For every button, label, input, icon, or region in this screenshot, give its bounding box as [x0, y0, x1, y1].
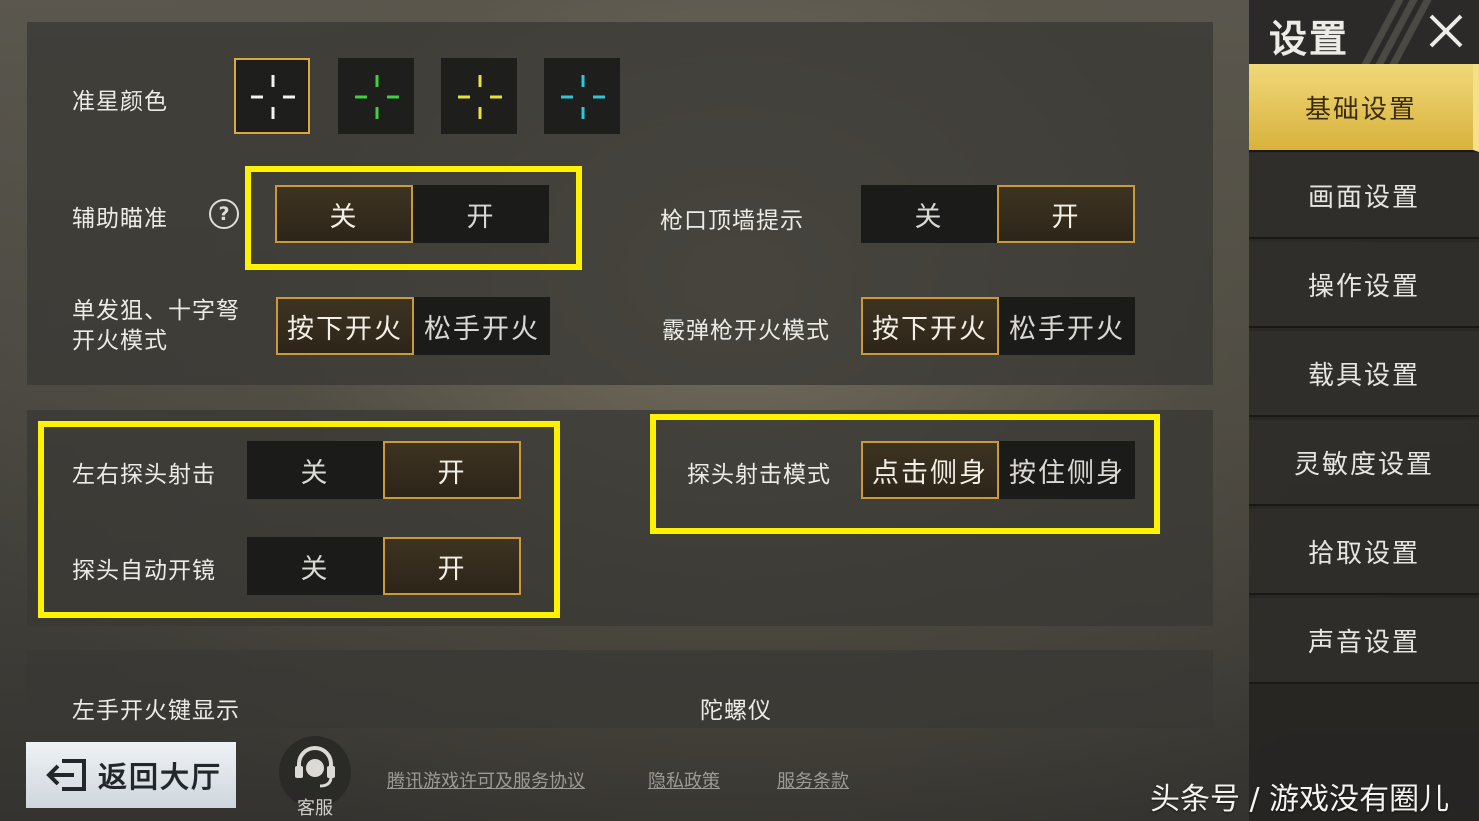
aim-assist-label: 辅助瞄准 [72, 206, 168, 232]
crosshair-swatch-cyan[interactable] [544, 58, 620, 134]
muzzle-wall-hint-toggle[interactable]: 关 开 [861, 185, 1135, 243]
left-fire-button-label: 左手开火键显示 [72, 698, 240, 724]
sniper-press-fire-option[interactable]: 按下开火 [276, 297, 414, 355]
headset-icon [295, 746, 335, 788]
license-agreement-link[interactable]: 腾讯游戏许可及服务协议 [387, 767, 585, 793]
customer-service-label: 客服 [297, 798, 333, 819]
sniper-fire-mode-label: 单发狙、十字弩 开火模式 [72, 298, 240, 354]
nav-basic-settings[interactable]: 基础设置 [1249, 64, 1479, 152]
sidebar-title: 设置 [1269, 17, 1350, 61]
nav-controls-settings[interactable]: 操作设置 [1249, 242, 1479, 328]
gyroscope-label: 陀螺仪 [700, 698, 772, 724]
nav-graphics-settings[interactable]: 画面设置 [1249, 153, 1479, 239]
help-icon[interactable]: ? [209, 199, 239, 229]
shotgun-press-fire-option[interactable]: 按下开火 [861, 297, 999, 355]
back-to-lobby-label: 返回大厅 [98, 760, 223, 794]
crosshair-icon [355, 75, 399, 119]
nav-sound-settings[interactable]: 声音设置 [1249, 598, 1479, 684]
exit-arrow-icon [46, 759, 86, 791]
nav-vehicle-settings[interactable]: 载具设置 [1249, 331, 1479, 417]
nav-pickup-settings[interactable]: 拾取设置 [1249, 509, 1479, 595]
shotgun-release-fire-option[interactable]: 松手开火 [999, 297, 1135, 355]
customer-service-button[interactable]: 客服 [277, 736, 353, 819]
muzzle-wall-off-option[interactable]: 关 [861, 185, 997, 243]
sidebar-header: 设置 [1249, 0, 1479, 64]
sniper-release-fire-option[interactable]: 松手开火 [414, 297, 550, 355]
watermark: 头条号 / 游戏没有圈儿 [1150, 782, 1450, 817]
back-to-lobby-button[interactable]: 返回大厅 [26, 742, 236, 808]
crosshair-swatch-white[interactable] [234, 58, 310, 134]
shotgun-fire-mode-toggle[interactable]: 按下开火 松手开火 [861, 297, 1135, 355]
highlight-box-aim-assist [245, 166, 582, 270]
highlight-box-peek-settings [38, 421, 560, 618]
muzzle-wall-hint-label: 枪口顶墙提示 [660, 208, 804, 234]
sniper-fire-mode-toggle[interactable]: 按下开火 松手开火 [276, 297, 550, 355]
crosshair-swatch-green[interactable] [338, 58, 414, 134]
terms-of-service-link[interactable]: 服务条款 [777, 767, 849, 793]
crosshair-icon [251, 75, 295, 119]
settings-sidebar: 设置 基础设置 画面设置 操作设置 载具设置 灵敏度设置 拾取设置 声音设置 [1249, 0, 1479, 821]
close-icon [1429, 14, 1463, 48]
crosshair-swatch-yellow[interactable] [441, 58, 517, 134]
crosshair-color-label: 准星颜色 [72, 89, 168, 115]
muzzle-wall-on-option[interactable]: 开 [997, 185, 1135, 243]
crosshair-icon [561, 75, 605, 119]
nav-sensitivity-settings[interactable]: 灵敏度设置 [1249, 420, 1479, 506]
shotgun-fire-mode-label: 霰弹枪开火模式 [662, 318, 830, 344]
crosshair-icon [458, 75, 502, 119]
close-button[interactable] [1425, 10, 1467, 52]
privacy-policy-link[interactable]: 隐私政策 [648, 767, 720, 793]
highlight-box-peek-mode [650, 414, 1160, 534]
